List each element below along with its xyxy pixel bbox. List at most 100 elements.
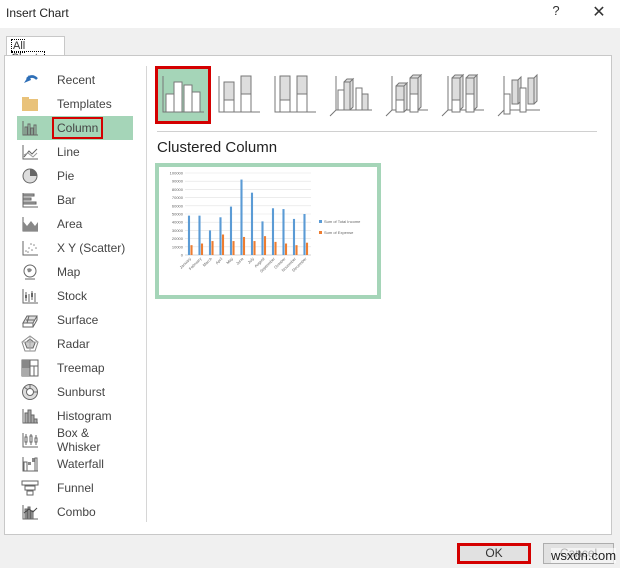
bar-sum-of-expense-march	[211, 241, 214, 255]
subtype-3-d-100-stacked-column[interactable]	[435, 66, 491, 124]
clustered-column-icon	[162, 76, 204, 113]
3-d-column-icon	[497, 73, 540, 117]
title-bar: Insert Chart ? ✕	[0, 0, 620, 28]
bar-sum-of-total-income-march	[208, 230, 212, 255]
x-tick-label: March	[202, 256, 213, 267]
close-button[interactable]: ✕	[588, 2, 610, 24]
preview-chart-svg: 0 10000 20000 30000 40000 50000 60000 70000 8000…	[170, 171, 362, 274]
subtype-3-d-clustered-column[interactable]	[323, 66, 379, 124]
y-tick-label: 30000	[172, 228, 184, 233]
stock-chart-icon	[21, 287, 39, 305]
subtype-clustered-column[interactable]	[155, 66, 211, 124]
sidebar-item-label: Waterfall	[57, 457, 104, 471]
bar-sum-of-total-income-february	[198, 215, 201, 255]
sidebar-item-label: Pie	[57, 169, 75, 183]
y-tick-label: 10000	[172, 244, 184, 249]
dialog-title: Insert Chart	[6, 6, 69, 20]
3-d-100-stacked-column-icon	[441, 73, 484, 117]
sidebar-item-recent[interactable]: Recent	[17, 68, 133, 92]
x-tick-label: June	[235, 256, 245, 266]
y-tick-label: 20000	[172, 236, 184, 241]
y-tick-label: 50000	[172, 212, 184, 217]
chart-type-sidebar: Recent Templates Column Line Pie Bar Area X Y (…	[5, 66, 147, 522]
bar-sum-of-total-income-december	[303, 214, 306, 255]
combo-chart-icon	[21, 503, 39, 521]
stacked-column-icon	[218, 75, 260, 113]
bar-sum-of-expense-january	[190, 245, 193, 255]
x-tick-label: May	[225, 256, 234, 265]
subtype-3-d-stacked-column[interactable]	[379, 66, 435, 124]
radar-chart-icon	[21, 335, 39, 353]
sidebar-item-surface[interactable]: Surface	[17, 308, 133, 332]
waterfall-chart-icon	[21, 455, 39, 473]
legend-swatch	[319, 231, 322, 234]
ok-button[interactable]: OK	[457, 543, 531, 564]
scatter-chart-icon	[21, 239, 39, 257]
sidebar-item-pie[interactable]: Pie	[17, 164, 133, 188]
y-tick-label: 0	[181, 253, 184, 258]
help-button[interactable]: ?	[548, 3, 564, 23]
histogram-chart-icon	[21, 407, 39, 425]
bar-sum-of-expense-november	[295, 245, 298, 255]
line-chart-icon	[21, 143, 39, 161]
sidebar-item-funnel[interactable]: Funnel	[17, 476, 133, 500]
sidebar-item-box-whisker[interactable]: Box & Whisker	[17, 426, 133, 454]
100-stacked-column-icon	[274, 75, 316, 113]
sidebar-item-line[interactable]: Line	[17, 140, 133, 164]
bar-sum-of-expense-june	[242, 236, 246, 255]
bar-sum-of-total-income-january	[187, 215, 191, 255]
recent-icon	[21, 71, 39, 89]
sidebar-item-label: Column	[51, 117, 104, 139]
y-tick-label: 100000	[170, 171, 184, 176]
sidebar-item-map[interactable]: Map	[17, 260, 133, 284]
sidebar-item-area[interactable]: Area	[17, 212, 133, 236]
y-tick-label: 90000	[172, 179, 184, 184]
bar-sum-of-expense-september	[274, 241, 277, 255]
3-d-clustered-column-icon	[329, 76, 372, 117]
bar-sum-of-total-income-november	[292, 218, 296, 255]
sidebar-item-label: Recent	[57, 73, 96, 87]
sidebar-item-label: Bar	[57, 193, 76, 207]
bar-sum-of-total-income-may	[229, 206, 233, 255]
sidebar-item-waterfall[interactable]: Waterfall	[17, 452, 133, 476]
treemap-chart-icon	[21, 359, 39, 377]
bar-sum-of-total-income-september	[271, 208, 275, 255]
sidebar-item-label: Templates	[57, 97, 112, 111]
subtype-3-d-column[interactable]	[491, 66, 547, 124]
y-tick-label: 80000	[172, 187, 184, 192]
bar-sum-of-expense-october	[284, 243, 288, 255]
y-tick-label: 70000	[172, 195, 184, 200]
sunburst-chart-icon	[21, 383, 39, 401]
bar-sum-of-total-income-june	[240, 179, 243, 255]
sidebar-item-combo[interactable]: Combo	[17, 500, 133, 524]
bar-sum-of-expense-may	[232, 241, 235, 255]
bar-sum-of-expense-december	[305, 242, 309, 255]
sidebar-item-label: X Y (Scatter)	[57, 241, 126, 255]
subtype-stacked-column[interactable]	[211, 66, 267, 124]
y-tick-label: 40000	[172, 220, 184, 225]
pie-chart-icon	[21, 167, 39, 185]
tab-all-charts[interactable]: All Charts	[6, 36, 65, 65]
sidebar-item-radar[interactable]: Radar	[17, 332, 133, 356]
bar-sum-of-expense-april	[221, 234, 225, 255]
chart-preview[interactable]: 0 10000 20000 30000 40000 50000 60000 70000 8000…	[155, 163, 381, 299]
sidebar-item-label: Radar	[57, 337, 90, 351]
sidebar-item-label: Histogram	[57, 409, 112, 423]
sidebar-item-treemap[interactable]: Treemap	[17, 356, 133, 380]
sidebar-item-sunburst[interactable]: Sunburst	[17, 380, 133, 404]
cancel-button[interactable]: Cancel	[543, 543, 614, 564]
sidebar-item-templates[interactable]: Templates	[17, 92, 133, 116]
sidebar-item-label: Funnel	[57, 481, 94, 495]
sidebar-item-bar[interactable]: Bar	[17, 188, 133, 212]
area-chart-icon	[21, 215, 39, 233]
box-whisker-chart-icon	[21, 431, 39, 449]
sidebar-item-column[interactable]: Column	[17, 116, 133, 140]
sidebar-item-label: Combo	[57, 505, 96, 519]
legend-swatch	[319, 220, 322, 223]
bar-sum-of-total-income-april	[219, 217, 222, 255]
sidebar-item-x-y-scatter[interactable]: X Y (Scatter)	[17, 236, 133, 260]
sidebar-item-label: Area	[57, 217, 83, 231]
sidebar-item-stock[interactable]: Stock	[17, 284, 133, 308]
y-tick-label: 60000	[172, 203, 184, 208]
subtype-100-stacked-column[interactable]	[267, 66, 323, 124]
